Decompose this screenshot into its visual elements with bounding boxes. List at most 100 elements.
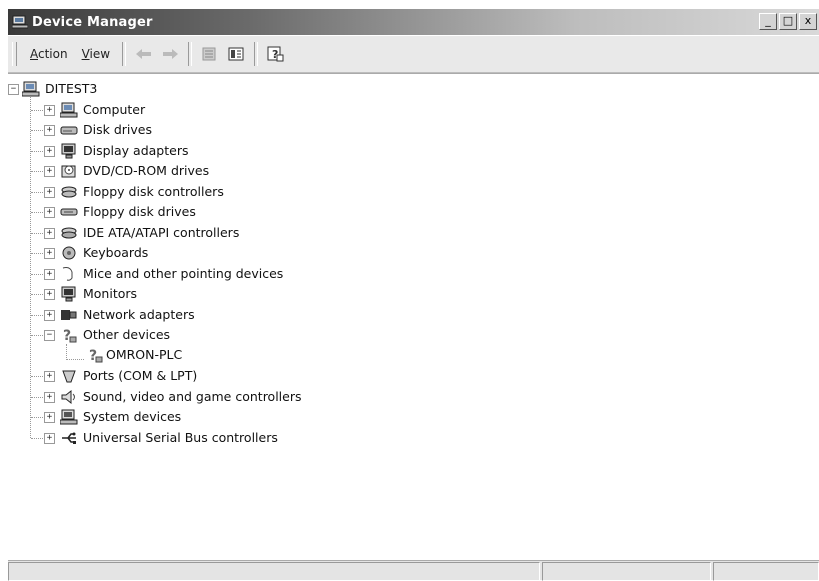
tree-item-disk-drives[interactable]: + Disk drives — [8, 120, 408, 140]
usb-icon — [60, 430, 78, 446]
tree-item-label[interactable]: Keyboards — [83, 245, 148, 260]
tree-item-other-devices[interactable]: −? Other devices — [8, 325, 408, 345]
computer-icon — [22, 81, 40, 97]
expand-icon[interactable]: + — [44, 268, 55, 280]
forward-icon[interactable] — [159, 43, 181, 65]
menu-view[interactable]: View — [75, 47, 117, 61]
tree-connector — [31, 314, 45, 316]
tree-item-label[interactable]: DVD/CD-ROM drives — [83, 163, 209, 178]
expand-icon[interactable]: + — [44, 248, 55, 259]
tree-item-display-adapters[interactable]: + Display adapters — [8, 141, 408, 161]
mouse-icon — [60, 266, 78, 282]
toolbar: Action View ? — [8, 36, 819, 73]
expand-icon[interactable]: + — [44, 289, 55, 300]
tree-item-universal-serial-bus-controllers[interactable]: + Universal Serial Bus controllers — [8, 428, 408, 448]
close-button[interactable]: x — [799, 13, 817, 30]
device-tree[interactable]: − DITEST3 + Computer + Disk drives + Display … — [8, 73, 819, 559]
tree-root[interactable]: − DITEST3 — [8, 79, 208, 99]
tree-connector — [31, 253, 45, 254]
tree-child-omron-plc[interactable]: ? OMRON-PLC — [8, 345, 308, 365]
menu-action-rest: ction — [38, 47, 68, 61]
details-view-icon[interactable] — [225, 43, 247, 65]
tree-item-label[interactable]: Universal Serial Bus controllers — [83, 430, 278, 445]
computer-icon — [60, 102, 78, 118]
tree-connector — [31, 335, 45, 336]
maximize-button[interactable]: □ — [779, 13, 797, 30]
tree-item-dvd-cd-rom-drives[interactable]: + DVD/CD-ROM drives — [8, 161, 408, 181]
expand-icon[interactable]: + — [44, 432, 55, 444]
back-icon[interactable] — [133, 43, 155, 65]
menu-action[interactable]: Action — [23, 47, 75, 61]
tree-item-label[interactable]: Floppy disk controllers — [83, 184, 224, 199]
tree-item-ide-ata-atapi-controllers[interactable]: + IDE ATA/ATAPI controllers — [8, 223, 408, 243]
tree-connector — [31, 212, 45, 213]
tree-item-computer[interactable]: + Computer — [8, 100, 408, 120]
collapse-icon[interactable]: − — [44, 330, 55, 341]
sound-icon — [60, 389, 78, 405]
tree-item-mice-and-other-pointing-devices[interactable]: + Mice and other pointing devices — [8, 264, 408, 284]
tree-item-label[interactable]: Floppy disk drives — [83, 204, 196, 219]
toolbar-separator — [254, 42, 259, 66]
tree-connector — [31, 273, 45, 275]
tree-item-label[interactable]: Computer — [83, 102, 145, 117]
toolbar-grip[interactable] — [12, 42, 17, 66]
expand-icon[interactable]: + — [44, 186, 55, 198]
tree-item-sound-video-and-game-controllers[interactable]: + Sound, video and game controllers — [8, 387, 408, 407]
tree-item-network-adapters[interactable]: + Network adapters — [8, 305, 408, 325]
collapse-icon[interactable]: − — [8, 84, 19, 95]
root-label[interactable]: DITEST3 — [45, 81, 97, 96]
tree-item-label[interactable]: Network adapters — [83, 307, 195, 322]
floppy-drive-icon — [60, 204, 78, 220]
tree-connector — [31, 191, 45, 193]
tree-item-label[interactable]: Ports (COM & LPT) — [83, 368, 197, 383]
tree-item-floppy-disk-drives[interactable]: + Floppy disk drives — [8, 202, 408, 222]
omron-plc-label[interactable]: OMRON-PLC — [106, 347, 182, 362]
expand-icon[interactable]: + — [44, 371, 55, 382]
help-icon[interactable]: ? — [265, 43, 287, 65]
tree-item-system-devices[interactable]: + System devices — [8, 407, 408, 427]
expand-icon[interactable]: + — [44, 104, 55, 116]
tree-item-label[interactable]: Mice and other pointing devices — [83, 266, 283, 281]
minimize-button[interactable]: _ — [759, 13, 777, 30]
expand-icon[interactable]: + — [44, 227, 55, 239]
properties-icon[interactable] — [199, 43, 221, 65]
floppy-controller-icon — [60, 184, 78, 200]
expand-icon[interactable]: + — [44, 125, 55, 136]
tree-connector — [31, 109, 45, 111]
expand-icon[interactable]: + — [44, 207, 55, 218]
monitor-icon — [60, 286, 78, 302]
title-bar[interactable]: Device Manager _ □ x — [8, 9, 819, 35]
tree-item-label[interactable]: Sound, video and game controllers — [83, 389, 302, 404]
keyboard-icon — [60, 245, 78, 261]
tree-connector — [31, 417, 45, 418]
tree-connector — [31, 376, 45, 377]
tree-item-label[interactable]: IDE ATA/ATAPI controllers — [83, 225, 239, 240]
network-adapter-icon — [60, 307, 78, 323]
tree-connector — [31, 232, 45, 234]
tree-connector — [31, 294, 45, 295]
ide-controller-icon — [60, 225, 78, 241]
tree-item-label[interactable]: Other devices — [83, 327, 170, 342]
menu-view-rest: iew — [89, 47, 111, 61]
tree-item-keyboards[interactable]: + Keyboards — [8, 243, 408, 263]
tree-item-floppy-disk-controllers[interactable]: + Floppy disk controllers — [8, 182, 408, 202]
system-device-icon — [60, 409, 78, 425]
expand-icon[interactable]: + — [44, 412, 55, 423]
toolbar-separator — [122, 42, 127, 66]
disk-drive-icon — [60, 122, 78, 138]
tree-connector — [31, 150, 45, 152]
tree-item-monitors[interactable]: + Monitors — [8, 284, 408, 304]
expand-icon[interactable]: + — [44, 145, 55, 157]
status-pane-2 — [542, 562, 712, 581]
tree-item-label[interactable]: Monitors — [83, 286, 137, 301]
expand-icon[interactable]: + — [44, 309, 55, 321]
tree-item-label[interactable]: Display adapters — [83, 143, 188, 158]
status-bar — [8, 560, 819, 581]
tree-item-ports-com-lpt[interactable]: + Ports (COM & LPT) — [8, 366, 408, 386]
menu-view-accel: V — [81, 47, 90, 61]
unknown-device-icon: ? — [60, 327, 78, 343]
expand-icon[interactable]: + — [44, 166, 55, 177]
tree-item-label[interactable]: System devices — [83, 409, 181, 424]
expand-icon[interactable]: + — [44, 391, 55, 403]
tree-item-label[interactable]: Disk drives — [83, 122, 152, 137]
